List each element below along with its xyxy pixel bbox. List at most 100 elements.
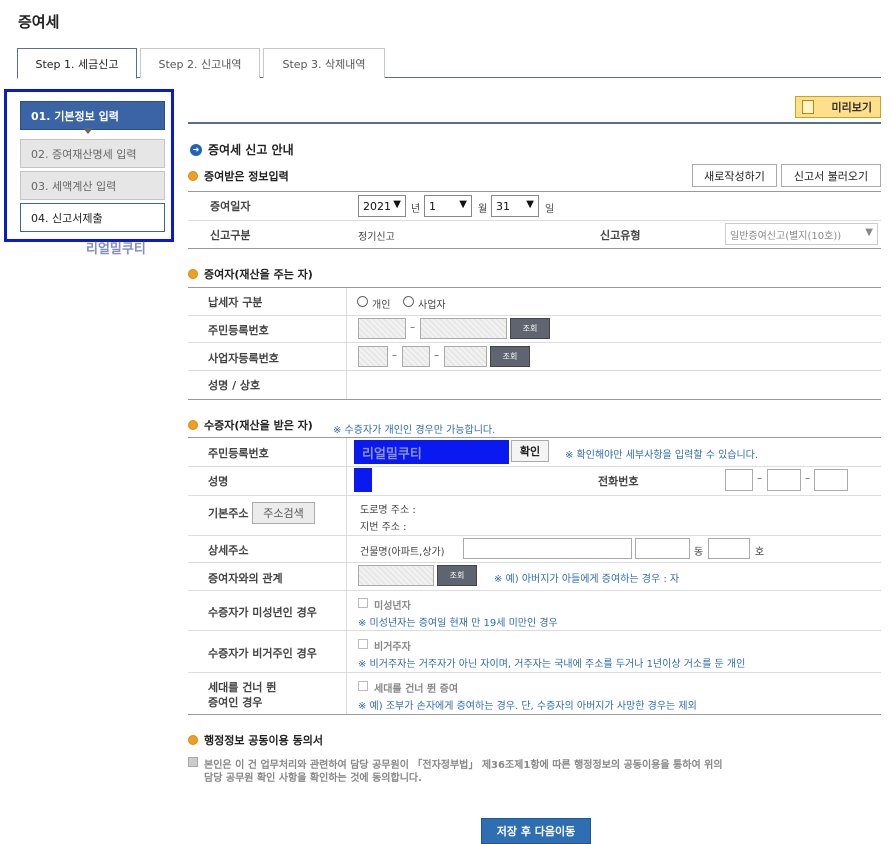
step-tax-calculation[interactable]: 03. 세액계산 입력: [20, 171, 165, 200]
donor-brn-input-1[interactable]: [358, 346, 388, 367]
recipient-rrn-input[interactable]: 리얼밀쿠티: [354, 440, 509, 464]
divider: [188, 220, 881, 221]
radio-person[interactable]: [357, 296, 368, 307]
chevron-down-icon: ▼: [865, 227, 873, 238]
section-received-title: 증여받은 정보입력: [188, 168, 289, 184]
dash: –: [434, 350, 439, 361]
consent-checkbox[interactable]: [188, 757, 198, 767]
phone-input-3[interactable]: [814, 469, 848, 491]
year-unit: 년: [411, 204, 421, 215]
divider: [188, 370, 881, 371]
tab-step1[interactable]: Step 1. 세금신고: [17, 48, 137, 79]
skip-generation-checkbox[interactable]: [358, 681, 368, 691]
form-type-select[interactable]: 일반증여신고(별지(10호)) ▼: [725, 223, 878, 245]
guide-title-text: 증여세 신고 안내: [208, 143, 294, 157]
guide-title: ➜ 증여세 신고 안내: [190, 141, 294, 158]
dash: –: [757, 473, 762, 484]
recipient-rrn-label: 주민등록번호: [208, 447, 269, 460]
form-type-value: 일반증여신고(별지(10호)): [730, 230, 842, 242]
relation-label: 증여자와의 관계: [208, 572, 283, 585]
section-donor-title: 증여자(재산을 주는 자): [188, 266, 313, 282]
divider: [188, 495, 881, 496]
nonresident-checkbox[interactable]: [358, 639, 368, 649]
divider: [188, 590, 881, 591]
relation-input[interactable]: [358, 565, 434, 586]
step-basic-info[interactable]: 01. 기본정보 입력: [20, 101, 165, 130]
minor-label: 수증자가 미성년인 경우: [208, 606, 317, 619]
watermark: 리얼밀쿠티: [86, 242, 146, 257]
preview-button[interactable]: 미리보기: [795, 96, 881, 118]
relation-lookup-button[interactable]: 조회: [437, 565, 477, 586]
step-property-details[interactable]: 02. 증여재산명세 입력: [20, 139, 165, 168]
skip-generation-checkbox-label: 세대를 건너 뛴 증여: [374, 684, 459, 695]
year-select[interactable]: 2021 ▼: [358, 195, 406, 217]
donor-rrn-label: 주민등록번호: [208, 324, 269, 337]
day-select[interactable]: 31 ▼: [491, 195, 539, 217]
load-return-button[interactable]: 신고서 불러오기: [781, 164, 881, 187]
radio-business[interactable]: [403, 296, 414, 307]
save-next-button[interactable]: 저장 후 다음이동: [481, 818, 591, 844]
gift-date-label: 증여일자: [210, 200, 251, 213]
tab-step3[interactable]: Step 3. 삭제내역: [263, 48, 385, 78]
ho-unit: 호: [755, 547, 765, 558]
divider: [188, 630, 881, 631]
year-value: 2021: [363, 199, 391, 213]
recipient-name-label: 성명: [208, 475, 229, 488]
tab-bar: Step 1. 세금신고 Step 2. 신고내역 Step 3. 삭제내역: [17, 48, 881, 79]
ho-input[interactable]: [708, 538, 750, 559]
phone-input-1[interactable]: [725, 469, 753, 491]
minor-checkbox-label: 미성년자: [374, 601, 411, 612]
day-unit: 일: [545, 204, 555, 215]
dong-unit: 동: [694, 547, 704, 558]
recipient-name-input[interactable]: [354, 468, 372, 492]
donor-brn-input-3[interactable]: [444, 346, 487, 367]
dash: –: [410, 322, 415, 333]
building-input[interactable]: [463, 538, 632, 559]
nonresident-checkbox-label: 비거주자: [374, 642, 411, 653]
taxpayer-type-label: 납세자 구분: [208, 296, 263, 309]
tab-step2[interactable]: Step 2. 신고내역: [140, 48, 260, 78]
column-divider: [346, 288, 347, 399]
phone-input-2[interactable]: [767, 469, 801, 491]
divider: [188, 535, 881, 536]
month-value: 1: [429, 199, 436, 213]
donor-rrn-front-input[interactable]: [358, 318, 406, 339]
step-submit-return[interactable]: 04. 신고서제출: [20, 203, 165, 232]
form-type-label: 신고유형: [600, 229, 641, 242]
relation-note: ※ 예) 아버지가 아들에게 증여하는 경우 : 자: [494, 574, 680, 585]
section-recipient-title-text: 수증자(재산을 받은 자): [204, 419, 313, 432]
donor-rrn-lookup-button[interactable]: 조회: [510, 318, 550, 339]
address-label: 기본주소: [208, 507, 249, 520]
confirm-button[interactable]: 확인: [511, 440, 549, 462]
month-select[interactable]: 1 ▼: [424, 195, 472, 217]
building-name-input[interactable]: [635, 538, 690, 559]
minor-checkbox[interactable]: [358, 598, 368, 608]
detail-address-label: 상세주소: [208, 544, 249, 557]
return-type-value: 정기신고: [358, 232, 395, 243]
consent-text-2: 담당 공무원 확인 사항을 확인하는 것에 동의합니다.: [204, 773, 422, 784]
return-type-label: 신고구분: [210, 229, 251, 242]
dash: –: [805, 473, 810, 484]
radio-person-label: 개인: [372, 300, 391, 311]
donor-brn-lookup-button[interactable]: 조회: [490, 346, 530, 367]
step-navigation: 01. 기본정보 입력 02. 증여재산명세 입력 03. 세액계산 입력 04…: [4, 89, 174, 242]
chevron-down-icon: ▼: [459, 199, 467, 210]
divider: [188, 191, 881, 192]
divider: [188, 287, 881, 288]
donor-brn-input-2[interactable]: [402, 346, 430, 367]
divider: [188, 399, 881, 400]
nonresident-label: 수증자가 비거주인 경우: [208, 647, 317, 660]
page-title: 증여세: [18, 13, 60, 31]
minor-note: ※ 미성년자는 증여일 현재 만 19세 미만인 경우: [358, 618, 558, 629]
divider: [188, 122, 881, 124]
address-search-button[interactable]: 주소검색: [252, 502, 315, 524]
skip-generation-label-2: 증여인 경우: [208, 696, 263, 709]
chevron-down-icon: ▼: [393, 199, 401, 210]
new-return-button[interactable]: 새로작성하기: [692, 164, 777, 187]
donor-rrn-back-input[interactable]: [420, 318, 507, 339]
document-icon: [802, 100, 814, 114]
divider: [188, 437, 881, 438]
preview-button-label: 미리보기: [831, 101, 872, 114]
section-donor-title-text: 증여자(재산을 주는 자): [204, 268, 313, 281]
step-arrow-icon: [83, 128, 93, 134]
